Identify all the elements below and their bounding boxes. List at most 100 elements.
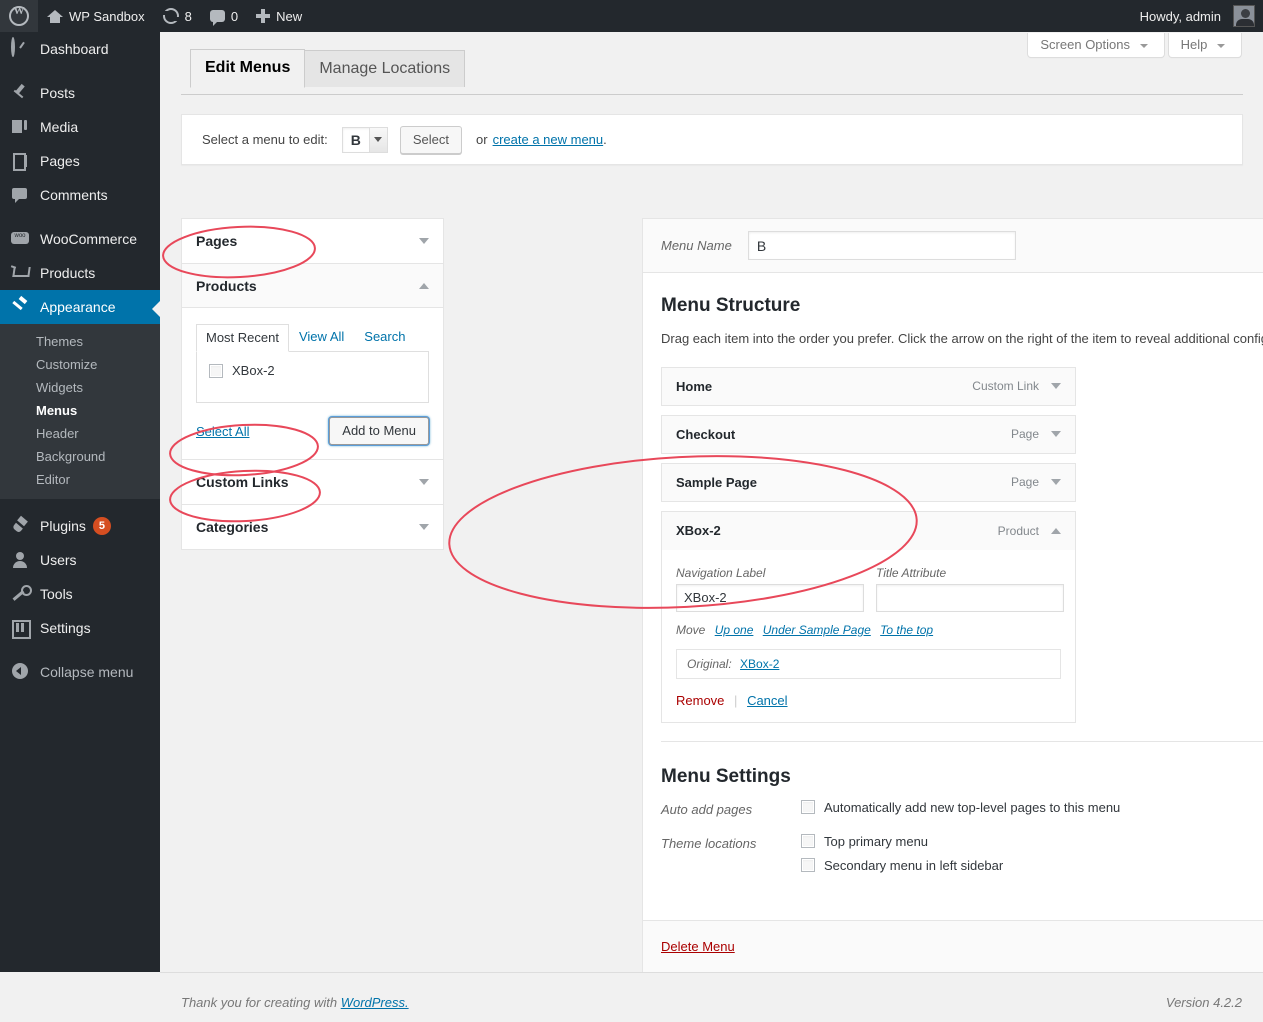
sidebar-item-tools[interactable]: Tools bbox=[0, 577, 160, 611]
sidebar-item-comments[interactable]: Comments bbox=[0, 178, 160, 212]
menu-item-checkout[interactable]: Checkout Page bbox=[661, 414, 1076, 454]
tab-search[interactable]: Search bbox=[354, 323, 415, 351]
tab-manage-locations[interactable]: Manage Locations bbox=[304, 50, 466, 88]
chevron-down-icon[interactable] bbox=[1051, 479, 1061, 485]
accordion-header-categories[interactable]: Categories bbox=[182, 505, 443, 549]
select-menu-button[interactable]: Select bbox=[399, 125, 463, 154]
chevron-down-icon bbox=[1139, 43, 1148, 48]
sidebar-item-collapse-menu[interactable]: Collapse menu bbox=[0, 655, 160, 689]
theme-locations-row: Theme locations Top primary menu Seconda… bbox=[661, 834, 1263, 882]
move-under-sample-page-link[interactable]: Under Sample Page bbox=[763, 623, 871, 637]
chevron-down-icon[interactable] bbox=[1051, 383, 1061, 389]
auto-add-pages-text: Automatically add new top-level pages to… bbox=[824, 799, 1121, 815]
wordpress-link[interactable]: WordPress. bbox=[341, 995, 409, 1010]
move-to-the-top-link[interactable]: To the top bbox=[880, 623, 933, 637]
accordion-title: Products bbox=[196, 277, 257, 294]
comments-menu[interactable]: 0 bbox=[201, 0, 247, 32]
sidebar-subitem-widgets[interactable]: Widgets bbox=[0, 376, 160, 399]
tab-view-all[interactable]: View All bbox=[289, 323, 354, 351]
list-item[interactable]: XBox-2 bbox=[209, 363, 416, 378]
sidebar-subitem-customize[interactable]: Customize bbox=[0, 353, 160, 376]
accordion-body-products: Most Recent View All Search XBox-2 Selec… bbox=[182, 308, 443, 459]
create-new-menu-link[interactable]: create a new menu bbox=[493, 132, 604, 147]
original-link[interactable]: XBox-2 bbox=[740, 657, 779, 671]
wp-logo-menu[interactable] bbox=[0, 0, 38, 32]
select-all-link[interactable]: Select All bbox=[196, 424, 249, 439]
sidebar-item-settings[interactable]: Settings bbox=[0, 611, 160, 645]
sidebar-item-products[interactable]: Products bbox=[0, 256, 160, 290]
accordion-header-pages[interactable]: Pages bbox=[182, 219, 443, 263]
sidebar-item-posts[interactable]: Posts bbox=[0, 76, 160, 110]
menu-item-sample-page[interactable]: Sample Page Page bbox=[661, 462, 1076, 502]
chevron-down-icon[interactable] bbox=[419, 524, 429, 530]
refresh-icon bbox=[161, 8, 180, 24]
home-icon bbox=[47, 8, 63, 24]
checkbox-line[interactable]: Top primary menu bbox=[801, 834, 1003, 849]
auto-add-pages-checkbox[interactable] bbox=[801, 800, 815, 814]
accordion-header-custom-links[interactable]: Custom Links bbox=[182, 460, 443, 504]
menu-item-title: XBox-2 bbox=[676, 523, 721, 538]
menu-item-xbox-2[interactable]: XBox-2 Product Navigation Label Title At… bbox=[661, 510, 1076, 723]
admin-bar-right: Howdy, admin bbox=[1134, 0, 1263, 32]
sidebar-item-appearance[interactable]: Appearance bbox=[0, 290, 160, 324]
product-checkbox[interactable] bbox=[209, 363, 223, 378]
secondary-menu-checkbox[interactable] bbox=[801, 858, 815, 872]
avatar[interactable] bbox=[1233, 5, 1255, 27]
sidebar-item-label: Settings bbox=[40, 620, 91, 636]
menu-name-input[interactable] bbox=[747, 231, 1016, 260]
sidebar-item-dashboard[interactable]: Dashboard bbox=[0, 32, 160, 66]
chevron-down-icon[interactable] bbox=[419, 238, 429, 244]
sidebar-subitem-header[interactable]: Header bbox=[0, 422, 160, 445]
admin-sidebar: Dashboard Posts Media Pages Comments Woo… bbox=[0, 32, 160, 972]
accordion-header-products[interactable]: Products bbox=[182, 264, 443, 308]
chevron-up-icon[interactable] bbox=[419, 282, 429, 289]
tab-edit-menus[interactable]: Edit Menus bbox=[190, 49, 306, 89]
settings-icon bbox=[11, 618, 31, 639]
sidebar-item-plugins[interactable]: Plugins 5 bbox=[0, 509, 160, 543]
top-primary-menu-checkbox[interactable] bbox=[801, 834, 815, 848]
chevron-down-icon[interactable] bbox=[1051, 431, 1061, 437]
screen-options-button[interactable]: Screen Options bbox=[1027, 33, 1165, 58]
delete-menu-link[interactable]: Delete Menu bbox=[661, 939, 735, 954]
plugins-update-badge: 5 bbox=[92, 517, 111, 535]
selected-menu-value: B bbox=[350, 131, 361, 148]
select-menu-label: Select a menu to edit: bbox=[202, 132, 328, 147]
menu-item-header[interactable]: XBox-2 Product bbox=[661, 510, 1076, 550]
sidebar-subitem-menus[interactable]: Menus bbox=[0, 399, 160, 422]
updates-menu[interactable]: 8 bbox=[154, 0, 201, 32]
accordion-title: Custom Links bbox=[196, 474, 289, 490]
sidebar-item-users[interactable]: Users bbox=[0, 543, 160, 577]
sidebar-item-woocommerce[interactable]: WooCommerce bbox=[0, 222, 160, 256]
move-up-one-link[interactable]: Up one bbox=[715, 623, 754, 637]
chevron-down-icon bbox=[1217, 43, 1225, 48]
help-button[interactable]: Help bbox=[1167, 33, 1242, 58]
comment-icon bbox=[11, 185, 31, 205]
checkbox-line[interactable]: Secondary menu in left sidebar bbox=[801, 858, 1003, 873]
screen-meta-links: Screen Options Help bbox=[1024, 33, 1242, 58]
theme-locations-options: Top primary menu Secondary menu in left … bbox=[801, 834, 1003, 882]
menu-item-header[interactable]: Checkout Page bbox=[661, 414, 1076, 454]
menu-item-home[interactable]: Home Custom Link bbox=[661, 366, 1076, 406]
chevron-down-icon[interactable] bbox=[419, 479, 429, 485]
remove-link[interactable]: Remove bbox=[676, 693, 724, 708]
add-to-menu-button[interactable]: Add to Menu bbox=[329, 417, 429, 445]
title-attribute-field: Title Attribute bbox=[876, 566, 1064, 612]
new-content-menu[interactable]: New bbox=[247, 0, 311, 32]
checkbox-line[interactable]: Automatically add new top-level pages to… bbox=[801, 800, 1120, 815]
auto-add-pages-options: Automatically add new top-level pages to… bbox=[801, 800, 1120, 824]
sidebar-subitem-background[interactable]: Background bbox=[0, 445, 160, 468]
site-name-menu[interactable]: WP Sandbox bbox=[38, 0, 154, 32]
howdy-label[interactable]: Howdy, admin bbox=[1134, 9, 1227, 24]
sidebar-subitem-editor[interactable]: Editor bbox=[0, 468, 160, 491]
sidebar-item-media[interactable]: Media bbox=[0, 110, 160, 144]
chevron-up-icon[interactable] bbox=[1051, 527, 1061, 534]
sidebar-subitem-themes[interactable]: Themes bbox=[0, 330, 160, 353]
sidebar-item-pages[interactable]: Pages bbox=[0, 144, 160, 178]
title-attribute-input[interactable] bbox=[876, 583, 1064, 612]
navigation-label-input[interactable] bbox=[676, 583, 864, 612]
menu-item-header[interactable]: Home Custom Link bbox=[661, 366, 1076, 406]
cancel-link[interactable]: Cancel bbox=[747, 693, 787, 708]
menu-select-dropdown[interactable]: B bbox=[341, 126, 388, 153]
tab-most-recent[interactable]: Most Recent bbox=[196, 324, 289, 352]
menu-item-header[interactable]: Sample Page Page bbox=[661, 462, 1076, 502]
